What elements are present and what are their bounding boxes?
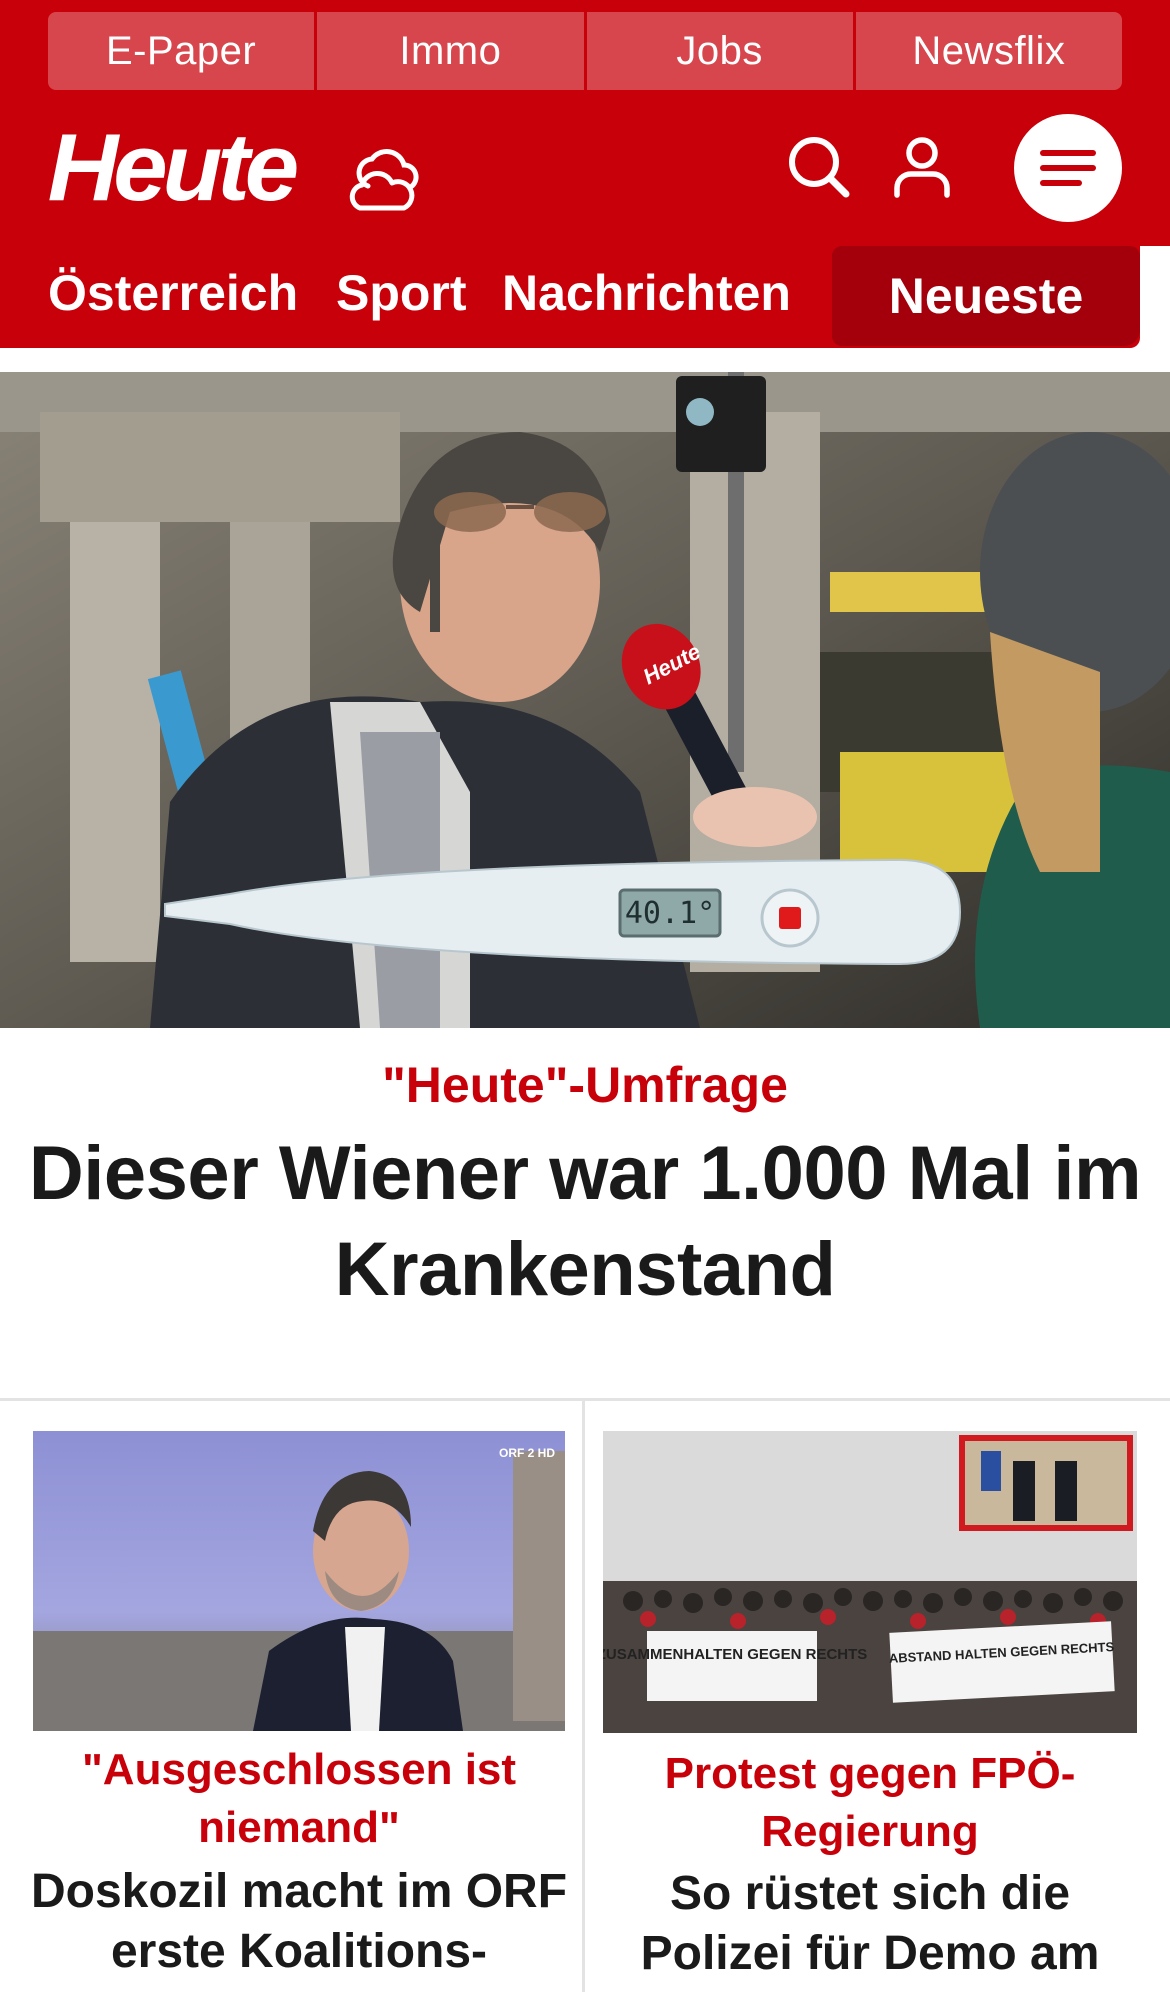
- nav-item-nachrichten[interactable]: Nachrichten: [502, 260, 791, 326]
- thermometer-reading: 40.1°: [625, 896, 715, 931]
- cloud-weather-icon[interactable]: [346, 148, 422, 214]
- menu-button[interactable]: [1014, 114, 1122, 222]
- nav-item-neueste[interactable]: Neueste: [832, 246, 1140, 346]
- top-links-bar: E-Paper Immo Jobs Newsflix: [48, 12, 1122, 90]
- nav-item-oesterreich[interactable]: Österreich: [48, 260, 298, 326]
- top-link-epaper[interactable]: E-Paper: [48, 12, 315, 90]
- banner-left: ZUSAMMENHALTEN GEGEN RECHTS: [603, 1646, 867, 1663]
- hero-kicker[interactable]: "Heute"-Umfrage: [0, 1050, 1170, 1120]
- hero-photo: Heute 40.1°: [0, 372, 1170, 1028]
- card-2-image[interactable]: ZUSAMMENHALTEN GEGEN RECHTS ABSTAND HALT…: [603, 1431, 1137, 1733]
- top-link-jobs[interactable]: Jobs: [586, 12, 853, 90]
- card-1-overlay: ORF 2 HD: [499, 1446, 555, 1460]
- site-logo[interactable]: Heute: [48, 120, 300, 216]
- card-1-kicker[interactable]: "Ausgeschlossen ist niemand": [33, 1741, 565, 1857]
- card-1-photo: ORF 2 HD: [33, 1431, 565, 1731]
- card-2-kicker[interactable]: Protest gegen FPÖ-Regierung: [603, 1745, 1137, 1861]
- user-icon[interactable]: [892, 136, 952, 198]
- grid-divider-horizontal: [0, 1398, 1170, 1401]
- top-link-immo[interactable]: Immo: [317, 12, 584, 90]
- grid-divider-vertical: [582, 1400, 585, 1992]
- site-header: E-Paper Immo Jobs Newsflix Heute: [0, 0, 1170, 246]
- hero-image[interactable]: Heute 40.1°: [0, 372, 1170, 1028]
- menu-icon: [1040, 150, 1096, 186]
- card-2-photo: ZUSAMMENHALTEN GEGEN RECHTS ABSTAND HALT…: [603, 1431, 1137, 1733]
- card-1-image[interactable]: ORF 2 HD: [33, 1431, 565, 1731]
- card-2-title[interactable]: So rüstet sich die Polizei für Demo am: [603, 1864, 1137, 1984]
- nav-item-sport[interactable]: Sport: [336, 260, 467, 326]
- card-1-title[interactable]: Doskozil macht im ORF erste Koalitions-: [20, 1862, 578, 1982]
- top-link-newsflix[interactable]: Newsflix: [855, 12, 1122, 90]
- hero-title[interactable]: Dieser Wiener war 1.000 Mal im Krankenst…: [20, 1126, 1150, 1318]
- search-icon[interactable]: [786, 134, 852, 200]
- main-nav: Österreich Sport Nachrichten Neueste: [0, 246, 1140, 348]
